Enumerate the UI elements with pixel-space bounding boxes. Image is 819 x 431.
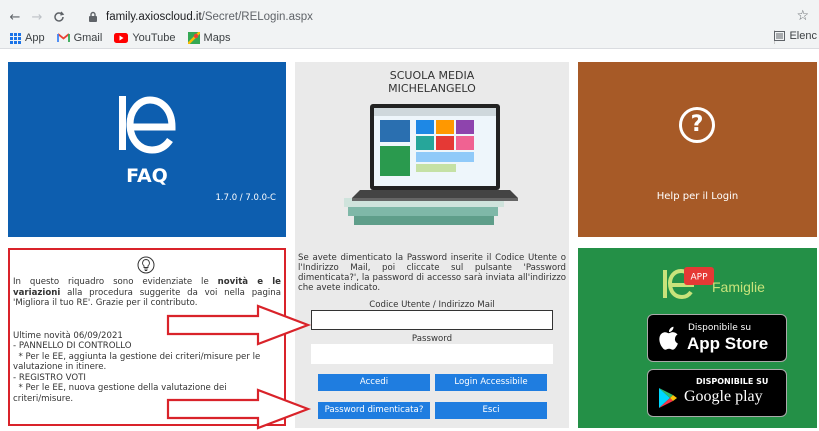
url-path: /Secret/RELogin.aspx [201,11,313,23]
annotation-arrow-icon [166,304,312,346]
bookmarks-bar: App Gmail YouTube Maps [10,30,242,46]
version-label: 1.7.0 / 7.0.0-C [215,193,276,203]
re-app-logo-icon: APP [663,267,714,300]
gmail-icon [56,33,70,43]
bookmark-label: Gmail [73,32,103,44]
faq-tile[interactable]: FAQ 1.7.0 / 7.0.0-C [8,62,286,237]
url-host: family.axioscloud.it [106,11,202,23]
address-bar[interactable]: family.axioscloud.it/Secret/RELogin.aspx [86,6,776,28]
school-name: SCUOLA MEDIA MICHELANGELO [295,69,569,95]
accessible-login-button[interactable]: Login Accessibile [435,374,547,391]
lock-icon [86,10,100,24]
google-play-line1: DISPONIBILE SU [696,377,769,386]
password-label: Password [411,334,453,344]
school-name-line1: SCUOLA MEDIA [389,69,475,82]
reading-list-icon [774,31,786,41]
reading-list[interactable]: Elenc [774,30,817,42]
user-code-input[interactable] [311,310,553,330]
bookmark-app[interactable]: App [10,32,45,44]
login-button[interactable]: Accedi [318,374,430,391]
app-badge: APP [690,273,708,283]
help-login-label: Help per il Login [656,191,739,202]
laptop-illustration [344,104,518,225]
apps-grid-icon [10,32,21,44]
question-icon: ? [679,107,715,143]
nav-buttons: ← → [6,6,72,28]
bookmark-label: YouTube [132,32,176,44]
help-login-tile[interactable]: ? Help per il Login [578,62,817,237]
news-item-desc: * Per le EE, aggiunta la gestione dei cr… [13,351,264,373]
forward-arrow-icon[interactable]: → [28,8,46,26]
app-store-badge[interactable]: Disponibile su App Store [647,314,787,362]
google-play-badge[interactable]: DISPONIBILE SU Google play [647,369,787,417]
youtube-icon [114,33,129,43]
reload-icon[interactable] [50,8,68,26]
bookmark-maps[interactable]: Maps [187,32,231,44]
bookmark-label: Maps [203,32,231,44]
browser-chrome: ← → family.axioscloud.it/Secret/RELogin.… [0,0,819,49]
back-arrow-icon[interactable]: ← [6,8,24,26]
faq-label: FAQ [126,165,168,187]
password-input[interactable] [311,344,553,364]
password-help-text: Se avete dimenticato la Password inserit… [298,253,566,293]
app-store-line2: App Store [687,334,769,353]
app-store-line1: Disponibile su [688,323,752,333]
maps-icon [187,32,200,44]
app-famiglie-tile: APP Famiglie Disponibile su App Store DI… [578,248,817,428]
forgot-password-button[interactable]: Password dimenticata? [318,402,430,419]
news-intro-text-1: In questo riquadro sono evidenziate le [13,277,218,287]
school-name-line2: MICHELANGELO [388,82,476,95]
bookmark-gmail[interactable]: Gmail [56,32,103,44]
apple-icon [659,326,678,350]
user-code-label: Codice Utente / Indirizzo Mail [369,300,495,310]
logout-button[interactable]: Esci [435,402,547,419]
bookmark-star-icon[interactable]: ☆ [796,8,809,24]
url-text: family.axioscloud.it/Secret/RELogin.aspx [106,11,313,23]
famiglie-label: Famiglie [712,279,765,295]
bookmark-label: App [25,32,45,44]
google-play-line2: Google play [684,388,763,405]
reading-list-label: Elenc [789,30,817,42]
bookmark-youtube[interactable]: YouTube [114,32,176,44]
re-logo-icon [119,96,176,154]
news-item-title: - REGISTRO VOTI [13,372,86,383]
annotation-arrow-icon [166,388,312,430]
google-play-icon [659,388,677,408]
lightbulb-icon [137,256,155,274]
